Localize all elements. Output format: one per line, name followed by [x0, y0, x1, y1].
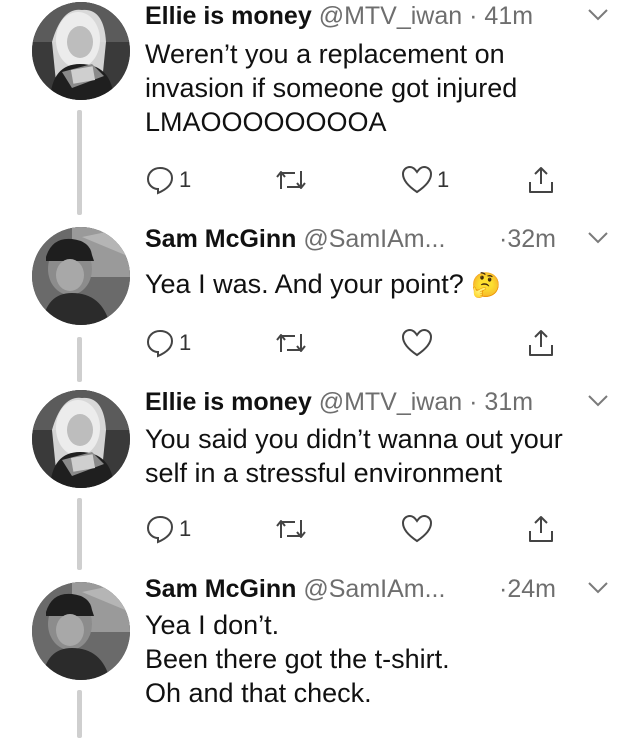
- tweet-text: Weren’t you a replacement on invasion if…: [145, 37, 517, 139]
- tweet-text-line: You said you didn’t wanna out your: [145, 424, 563, 454]
- like-icon: [401, 514, 433, 544]
- share-icon: [526, 165, 556, 195]
- display-name[interactable]: Sam McGinn: [145, 575, 296, 603]
- share-icon: [526, 328, 556, 358]
- display-name[interactable]: Ellie is money: [145, 388, 312, 416]
- chevron-down-icon[interactable]: [587, 8, 609, 22]
- handle[interactable]: @SamIAm...: [303, 575, 445, 603]
- reply-icon: [145, 165, 175, 195]
- reply-button[interactable]: 1: [145, 513, 191, 545]
- tweet-text-span: Yea I was. And your point?: [145, 269, 464, 299]
- thinking-emoji: 🤔: [471, 272, 502, 299]
- timestamp[interactable]: ·24m: [499, 575, 556, 604]
- thread-line: [77, 110, 82, 215]
- reply-count: 1: [179, 167, 192, 192]
- tweet-header: Ellie is money @MTV_iwan · 31m: [145, 388, 533, 418]
- chevron-down-icon[interactable]: [587, 581, 609, 595]
- like-icon: [401, 328, 433, 358]
- avatar[interactable]: [32, 2, 130, 100]
- tweet-text-line: self in a stressful environment: [145, 458, 503, 488]
- tweet[interactable]: Sam McGinn @SamIAm... ·32m Yea I was. An…: [0, 215, 640, 382]
- like-button[interactable]: 1: [401, 164, 449, 196]
- tweet-header: Sam McGinn @SamIAm...: [145, 575, 445, 605]
- retweet-button[interactable]: [273, 513, 309, 545]
- like-button[interactable]: [401, 327, 433, 359]
- tweet-text-line: Yea I was. And your point? 🤔: [145, 267, 501, 303]
- chevron-down-icon[interactable]: [587, 394, 609, 408]
- tweet-text: Yea I don’t. Been there got the t-shirt.…: [145, 608, 450, 710]
- tweet-text-line: Oh and that check.: [145, 678, 372, 708]
- avatar[interactable]: [32, 582, 130, 680]
- reply-button[interactable]: 1: [145, 164, 191, 196]
- tweet[interactable]: Ellie is money @MTV_iwan · 41m Weren’t y…: [0, 0, 640, 215]
- timestamp[interactable]: ·32m: [499, 225, 556, 254]
- chevron-down-icon[interactable]: [587, 231, 609, 245]
- tweet-text: Yea I was. And your point? 🤔: [145, 267, 501, 303]
- tweet-text-line: Yea I don’t.: [145, 610, 280, 640]
- handle[interactable]: @MTV_iwan: [319, 388, 462, 416]
- tweet-text: You said you didn’t wanna out your self …: [145, 422, 563, 490]
- handle[interactable]: @SamIAm...: [303, 225, 445, 253]
- retweet-icon: [273, 514, 309, 544]
- share-button[interactable]: [526, 513, 556, 545]
- like-button[interactable]: [401, 513, 433, 545]
- tweet[interactable]: Ellie is money @MTV_iwan · 31m You said …: [0, 382, 640, 570]
- reply-button[interactable]: 1: [145, 327, 191, 359]
- like-count: 1: [437, 167, 450, 192]
- like-icon: [401, 165, 433, 195]
- share-button[interactable]: [526, 164, 556, 196]
- reply-icon: [145, 328, 175, 358]
- tweet-text-line: invasion if someone got injured: [145, 73, 518, 103]
- tweet-text-line: LMAOOOOOOOOA: [145, 107, 387, 137]
- avatar[interactable]: [32, 390, 130, 488]
- tweet-header: Sam McGinn @SamIAm...: [145, 225, 445, 255]
- retweet-icon: [273, 328, 309, 358]
- retweet-icon: [273, 165, 309, 195]
- reply-count: 1: [179, 330, 192, 355]
- thread-line: [77, 498, 82, 570]
- tweet-text-line: Been there got the t-shirt.: [145, 644, 450, 674]
- retweet-button[interactable]: [273, 327, 309, 359]
- thread-line: [77, 690, 82, 738]
- handle[interactable]: @MTV_iwan: [319, 2, 462, 30]
- retweet-button[interactable]: [273, 164, 309, 196]
- display-name[interactable]: Ellie is money: [145, 2, 312, 30]
- avatar[interactable]: [32, 227, 130, 325]
- timestamp[interactable]: · 31m: [469, 388, 533, 416]
- tweet[interactable]: Sam McGinn @SamIAm... ·24m Yea I don’t. …: [0, 570, 640, 738]
- thread-line: [77, 337, 82, 382]
- reply-icon: [145, 514, 175, 544]
- share-button[interactable]: [526, 327, 556, 359]
- share-icon: [526, 514, 556, 544]
- tweet-header: Ellie is money @MTV_iwan · 41m: [145, 2, 533, 32]
- display-name[interactable]: Sam McGinn: [145, 225, 296, 253]
- reply-count: 1: [179, 516, 192, 541]
- timestamp[interactable]: · 41m: [469, 2, 533, 30]
- tweet-text-line: Weren’t you a replacement on: [145, 39, 505, 69]
